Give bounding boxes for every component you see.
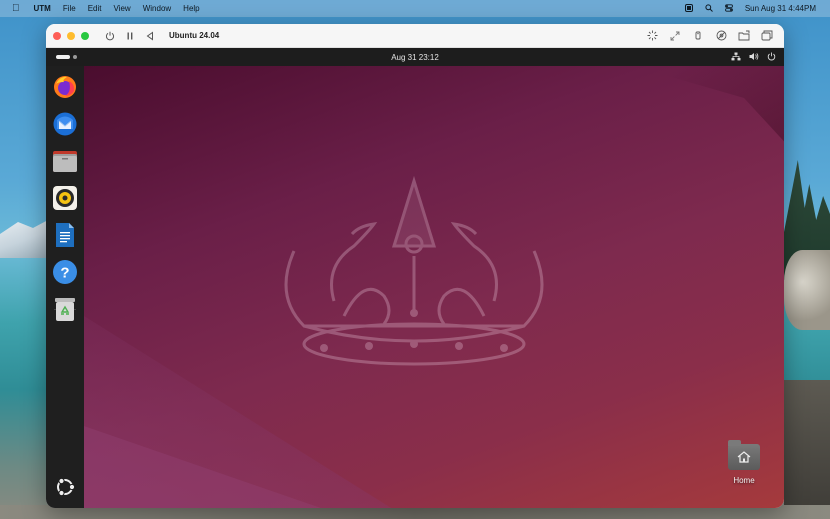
show-apps-button[interactable] xyxy=(54,476,76,498)
ubuntu-logo-icon xyxy=(57,477,76,497)
menu-edit[interactable]: Edit xyxy=(88,4,102,13)
shared-folder-icon[interactable] xyxy=(737,29,751,43)
wallpaper-rocks xyxy=(784,250,830,330)
firefox-icon xyxy=(54,76,76,98)
power-icon[interactable] xyxy=(103,29,117,43)
help-icon: ? xyxy=(53,260,77,284)
menubar-clock[interactable]: Sun Aug 31 4:44PM xyxy=(745,4,816,13)
svg-text:?: ? xyxy=(60,265,69,282)
pause-icon[interactable] xyxy=(123,29,137,43)
vm-display[interactable]: Aug 31 23:12 Home ? xyxy=(46,48,784,508)
control-center-icon[interactable] xyxy=(724,3,733,14)
ubuntu-dock: ? xyxy=(46,66,84,508)
dock-app-files[interactable] xyxy=(52,148,78,174)
rhythmbox-icon xyxy=(53,186,77,210)
dock-app-rhythmbox[interactable] xyxy=(52,185,78,211)
trash-icon xyxy=(55,298,75,321)
drive-icon[interactable] xyxy=(714,29,728,43)
window-titlebar[interactable]: Ubuntu 24.04 xyxy=(46,24,784,48)
macos-menubar:  UTM File Edit View Window Help Sun Aug… xyxy=(0,0,830,17)
back-icon[interactable] xyxy=(143,29,157,43)
window-title: Ubuntu 24.04 xyxy=(169,31,220,40)
thunderbird-icon xyxy=(53,112,77,136)
wallpaper-streak xyxy=(564,66,784,228)
dock-app-help[interactable]: ? xyxy=(52,259,78,285)
utm-window: Ubuntu 24.04 Aug 31 23:12 Home ? xyxy=(46,24,784,508)
menu-view[interactable]: View xyxy=(114,4,131,13)
menu-help[interactable]: Help xyxy=(183,4,199,13)
close-window-button[interactable] xyxy=(53,31,61,40)
search-icon[interactable] xyxy=(705,3,713,14)
traffic-lights xyxy=(53,31,89,40)
usb-icon[interactable] xyxy=(691,29,705,43)
ubuntu-topbar: Aug 31 23:12 xyxy=(46,48,784,66)
screen-icon[interactable] xyxy=(684,3,693,14)
menu-app-utm[interactable]: UTM xyxy=(34,4,51,13)
display-icon[interactable] xyxy=(645,29,659,43)
home-folder-icon xyxy=(728,440,760,470)
files-icon xyxy=(53,151,77,172)
windows-icon[interactable] xyxy=(760,29,774,43)
resize-icon[interactable] xyxy=(668,29,682,43)
writer-icon xyxy=(56,223,74,247)
menu-window[interactable]: Window xyxy=(143,4,171,13)
wallpaper-shore xyxy=(784,380,830,519)
zoom-window-button[interactable] xyxy=(81,31,89,40)
dock-app-thunderbird[interactable] xyxy=(52,111,78,137)
apple-menu-icon[interactable]:  xyxy=(12,3,20,14)
ubuntu-clock[interactable]: Aug 31 23:12 xyxy=(46,53,784,62)
home-folder-label: Home xyxy=(733,476,755,485)
dock-app-firefox[interactable] xyxy=(52,74,78,100)
dock-app-trash[interactable] xyxy=(52,296,78,322)
ubuntu-desktop[interactable]: Home xyxy=(84,66,784,508)
menu-file[interactable]: File xyxy=(63,4,76,13)
desktop-home-folder[interactable]: Home xyxy=(724,440,764,485)
dock-app-writer[interactable] xyxy=(52,222,78,248)
numbat-crown-mascot xyxy=(284,176,544,366)
minimize-window-button[interactable] xyxy=(67,31,75,40)
